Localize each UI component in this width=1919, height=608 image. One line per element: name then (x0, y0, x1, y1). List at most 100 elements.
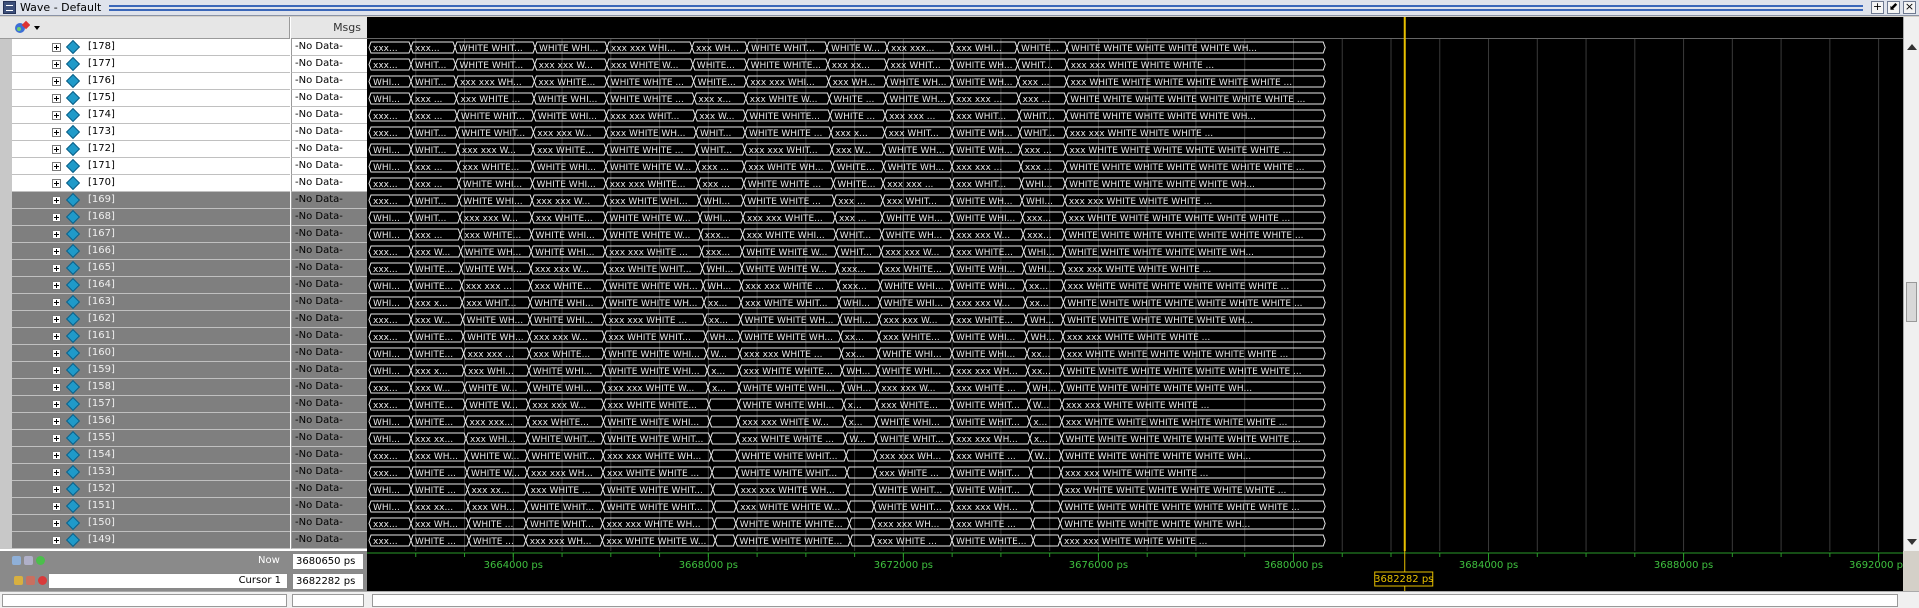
expand-icon[interactable] (52, 485, 61, 494)
expand-icon[interactable] (52, 519, 61, 528)
signal-name-cell[interactable]: [168] (12, 209, 290, 226)
signal-name-cell[interactable]: [160] (12, 345, 290, 362)
expand-icon[interactable] (52, 349, 61, 358)
signal-row[interactable]: [157] -No Data- (0, 396, 367, 413)
signal-name-cell[interactable]: [174] (12, 107, 290, 124)
dock-button[interactable]: + (1871, 1, 1884, 14)
close-button[interactable]: × (1903, 1, 1916, 14)
signal-name-cell[interactable]: [158] (12, 379, 290, 396)
expand-icon[interactable] (52, 111, 61, 120)
scroll-down-icon[interactable] (1907, 539, 1917, 545)
signal-row[interactable]: [161] -No Data- (0, 328, 367, 345)
signal-row[interactable]: [175] -No Data- (0, 90, 367, 107)
expand-icon[interactable] (52, 281, 61, 290)
signal-row[interactable]: [167] -No Data- (0, 226, 367, 243)
expand-icon[interactable] (52, 145, 61, 154)
signal-name-cell[interactable]: [150] (12, 515, 290, 532)
names-scroll-box[interactable] (2, 594, 287, 607)
signal-name-cell[interactable]: [169] (12, 192, 290, 209)
expand-icon[interactable] (52, 434, 61, 443)
signal-name-cell[interactable]: [152] (12, 481, 290, 498)
cursor-value[interactable]: 3682282 ps (292, 573, 364, 590)
waveform-canvas[interactable]: xxx... xxx... WHITE WHIT... WHITE WHI... xxx… (367, 17, 1903, 551)
expand-icon[interactable] (52, 536, 61, 545)
add-cursor-icon[interactable] (36, 556, 45, 565)
expand-icon[interactable] (52, 468, 61, 477)
signal-name-cell[interactable]: [162] (12, 311, 290, 328)
signal-row[interactable]: [162] -No Data- (0, 311, 367, 328)
signal-row[interactable]: [159] -No Data- (0, 362, 367, 379)
signal-name-cell[interactable]: [159] (12, 362, 290, 379)
expand-icon[interactable] (52, 400, 61, 409)
signal-row[interactable]: [149] -No Data- (0, 532, 367, 549)
signal-name-cell[interactable]: [164] (12, 277, 290, 294)
signal-row[interactable]: [173] -No Data- (0, 124, 367, 141)
signal-row[interactable]: [158] -No Data- (0, 379, 367, 396)
expand-icon[interactable] (52, 179, 61, 188)
msgs-scroll-box[interactable] (292, 594, 364, 607)
signal-name-cell[interactable]: [163] (12, 294, 290, 311)
signal-row[interactable]: [169] -No Data- (0, 192, 367, 209)
signal-name-cell[interactable]: [173] (12, 124, 290, 141)
expand-icon[interactable] (52, 417, 61, 426)
signal-row[interactable]: [152] -No Data- (0, 481, 367, 498)
titlebar-grip[interactable] (109, 4, 1863, 11)
waveform-pane[interactable]: xxx... xxx... WHITE WHIT... WHITE WHI... xxx… (367, 17, 1903, 551)
scroll-up-icon[interactable] (1907, 44, 1917, 50)
cursor-edit-icon[interactable] (26, 576, 35, 585)
signal-name-cell[interactable]: [165] (12, 260, 290, 277)
expand-icon[interactable] (52, 162, 61, 171)
signal-row[interactable]: [154] -No Data- (0, 447, 367, 464)
wave-tool-icon[interactable] (14, 20, 30, 35)
vertical-scrollbar[interactable] (1903, 17, 1919, 551)
expand-icon[interactable] (52, 213, 61, 222)
signal-row[interactable]: [172] -No Data- (0, 141, 367, 158)
signal-name-cell[interactable]: [154] (12, 447, 290, 464)
signal-row[interactable]: [174] -No Data- (0, 107, 367, 124)
signal-name-cell[interactable]: [178] (12, 39, 290, 56)
cursor-name-field[interactable]: Cursor 1 (48, 573, 288, 589)
signal-name-cell[interactable]: [171] (12, 158, 290, 175)
signal-row[interactable]: [178] -No Data- (0, 39, 367, 56)
horizontal-scrollbar[interactable] (0, 591, 1919, 608)
signal-row[interactable]: [150] -No Data- (0, 515, 367, 532)
expand-icon[interactable] (52, 298, 61, 307)
time-axis[interactable]: 3664000 ps 3668000 ps 3672000 ps 3676000 ps… (367, 551, 1903, 591)
signal-name-cell[interactable]: [157] (12, 396, 290, 413)
signal-name-cell[interactable]: [155] (12, 430, 290, 447)
signal-row[interactable]: [177] -No Data- (0, 56, 367, 73)
signal-row[interactable]: [176] -No Data- (0, 73, 367, 90)
chevron-down-icon[interactable] (34, 26, 40, 30)
expand-icon[interactable] (52, 77, 61, 86)
expand-icon[interactable] (52, 247, 61, 256)
signal-row[interactable]: [151] -No Data- (0, 498, 367, 515)
signal-name-cell[interactable]: [149] (12, 532, 290, 549)
expand-icon[interactable] (52, 451, 61, 460)
signal-name-cell[interactable]: [175] (12, 90, 290, 107)
undock-button[interactable]: ⬋ (1887, 1, 1900, 14)
signal-row[interactable]: [160] -No Data- (0, 345, 367, 362)
expand-icon[interactable] (52, 383, 61, 392)
signal-row[interactable]: [165] -No Data- (0, 260, 367, 277)
cursor-lock-icon[interactable] (14, 576, 23, 585)
signal-row[interactable]: [163] -No Data- (0, 294, 367, 311)
grid-icon[interactable] (24, 556, 33, 565)
signal-name-cell[interactable]: [166] (12, 243, 290, 260)
signal-row[interactable]: [156] -No Data- (0, 413, 367, 430)
signal-row[interactable]: [171] -No Data- (0, 158, 367, 175)
signal-row[interactable]: [170] -No Data- (0, 175, 367, 192)
expand-icon[interactable] (52, 264, 61, 273)
signal-name-cell[interactable]: [167] (12, 226, 290, 243)
expand-icon[interactable] (52, 315, 61, 324)
signal-row[interactable]: [164] -No Data- (0, 277, 367, 294)
expand-icon[interactable] (52, 502, 61, 511)
signal-row[interactable]: [166] -No Data- (0, 243, 367, 260)
expand-icon[interactable] (52, 94, 61, 103)
expand-icon[interactable] (52, 128, 61, 137)
signal-row[interactable]: [168] -No Data- (0, 209, 367, 226)
signal-name-cell[interactable]: [170] (12, 175, 290, 192)
signal-row[interactable]: [153] -No Data- (0, 464, 367, 481)
signal-name-cell[interactable]: [172] (12, 141, 290, 158)
signal-name-cell[interactable]: [153] (12, 464, 290, 481)
expand-icon[interactable] (52, 366, 61, 375)
